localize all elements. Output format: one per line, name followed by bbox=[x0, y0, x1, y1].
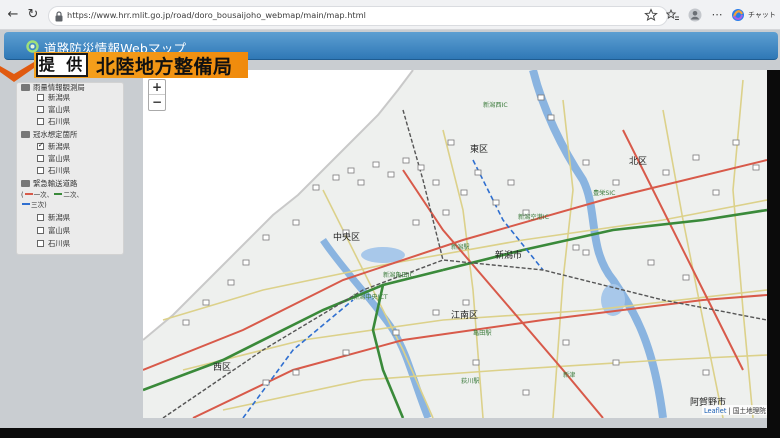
reload-icon[interactable]: ↻ bbox=[24, 6, 42, 24]
copilot-label[interactable]: チャット bbox=[748, 10, 776, 20]
map-label-higashi-ku: 東区 bbox=[470, 145, 489, 155]
checkbox[interactable] bbox=[37, 118, 44, 125]
more-menu-icon[interactable]: ⋯ bbox=[708, 6, 726, 24]
layer-item-flood-ishikawa[interactable]: 石川県 bbox=[37, 165, 70, 176]
map-label-ogino-eki: 荻川駅 bbox=[461, 378, 480, 385]
map-canvas[interactable]: 東区 北区 中央区 新潟市 江南区 西区 阿賀野市 新潟西IC 新潟中央JCT … bbox=[143, 70, 767, 418]
map-label-niigata-chuo-jct: 新潟中央JCT bbox=[353, 294, 388, 301]
map-label-toyosaka: 豊栄SIC bbox=[593, 190, 616, 197]
map-label-niigata-city: 新潟市 bbox=[495, 251, 523, 261]
layer-item-rain-niigata[interactable]: 新潟県 bbox=[37, 92, 70, 103]
checkbox[interactable] bbox=[37, 106, 44, 113]
layer-panel: 雨量情報観測局 新潟県 富山県 石川県 冠水想定箇所 新潟県 富山県 石川県 緊… bbox=[16, 82, 124, 255]
leaflet-link[interactable]: Leaflet bbox=[704, 407, 726, 415]
back-icon[interactable]: ← bbox=[4, 6, 22, 24]
primary-road-swatch bbox=[24, 193, 33, 195]
caption-check-mark-icon bbox=[0, 62, 34, 82]
folder-icon bbox=[21, 84, 30, 91]
screen-edge bbox=[767, 70, 780, 428]
screen-bottom bbox=[0, 428, 780, 438]
copilot-icon[interactable] bbox=[731, 8, 745, 22]
layer-group-emergency-roads[interactable]: 緊急輸送道路 bbox=[21, 178, 77, 189]
url-text: https://www.hrr.mlit.go.jp/road/doro_bou… bbox=[67, 10, 366, 20]
checkbox[interactable] bbox=[37, 214, 44, 221]
tertiary-road-swatch bbox=[22, 203, 30, 205]
layer-item-rain-ishikawa[interactable]: 石川県 bbox=[37, 116, 70, 127]
checkbox[interactable] bbox=[37, 240, 44, 247]
favorites-icon[interactable] bbox=[666, 8, 680, 22]
checkbox[interactable] bbox=[37, 227, 44, 234]
map-label-niigata-kameda-ic: 新潟亀田IC bbox=[383, 272, 414, 279]
map-label-niitsu: 新津 bbox=[563, 372, 576, 379]
profile-avatar-icon[interactable] bbox=[688, 8, 702, 22]
map-label-niigata-nishi-ic: 新潟西IC bbox=[483, 102, 508, 109]
checkbox[interactable] bbox=[37, 167, 44, 174]
map-attribution: Leaflet | 国土地理院 bbox=[702, 405, 768, 415]
map-label-niigata-airport: 新潟空港IC bbox=[518, 214, 549, 221]
layer-item-road-ishikawa[interactable]: 石川県 bbox=[37, 238, 70, 249]
address-bar[interactable]: https://www.hrr.mlit.go.jp/road/doro_bou… bbox=[48, 6, 668, 26]
zoom-control: + − bbox=[148, 79, 166, 111]
folder-icon bbox=[21, 180, 30, 187]
browser-toolbar: ← ↻ https://www.hrr.mlit.go.jp/road/doro… bbox=[0, 0, 780, 30]
layer-item-flood-toyama[interactable]: 富山県 bbox=[37, 153, 70, 164]
zoom-in-button[interactable]: + bbox=[149, 80, 165, 95]
lock-icon bbox=[55, 11, 63, 22]
layer-item-road-toyama[interactable]: 富山県 bbox=[37, 225, 70, 236]
checkbox[interactable] bbox=[37, 94, 44, 101]
tv-caption: 提 供 北陸地方整備局 bbox=[0, 50, 256, 82]
checkbox-checked[interactable] bbox=[37, 141, 44, 150]
map-label-konan-ku: 江南区 bbox=[451, 311, 479, 321]
secondary-road-swatch bbox=[54, 193, 63, 195]
zoom-out-button[interactable]: − bbox=[149, 95, 165, 110]
map-label-niigata-eki: 新潟駅 bbox=[451, 244, 470, 251]
checkbox[interactable] bbox=[37, 155, 44, 162]
caption-text: 北陸地方整備局 bbox=[96, 56, 233, 78]
layer-item-road-niigata[interactable]: 新潟県 bbox=[37, 212, 70, 223]
map-label-nishi-ku: 西区 bbox=[213, 363, 232, 373]
folder-icon bbox=[21, 131, 30, 138]
layer-item-rain-toyama[interactable]: 富山県 bbox=[37, 104, 70, 115]
map-label-kita-ku: 北区 bbox=[629, 157, 648, 167]
map-label-chuo-ku: 中央区 bbox=[333, 233, 361, 243]
layer-item-flood-niigata[interactable]: 新潟県 bbox=[37, 141, 70, 152]
star-icon[interactable] bbox=[644, 8, 658, 22]
layer-group-flood-points[interactable]: 冠水想定箇所 bbox=[21, 129, 77, 140]
map-label-kameda-eki: 亀田駅 bbox=[473, 330, 492, 337]
road-legend: (一次、 二次、 三次) bbox=[21, 191, 84, 209]
caption-label: 提 供 bbox=[38, 55, 86, 74]
caption-label-box: 提 供 bbox=[36, 53, 88, 77]
